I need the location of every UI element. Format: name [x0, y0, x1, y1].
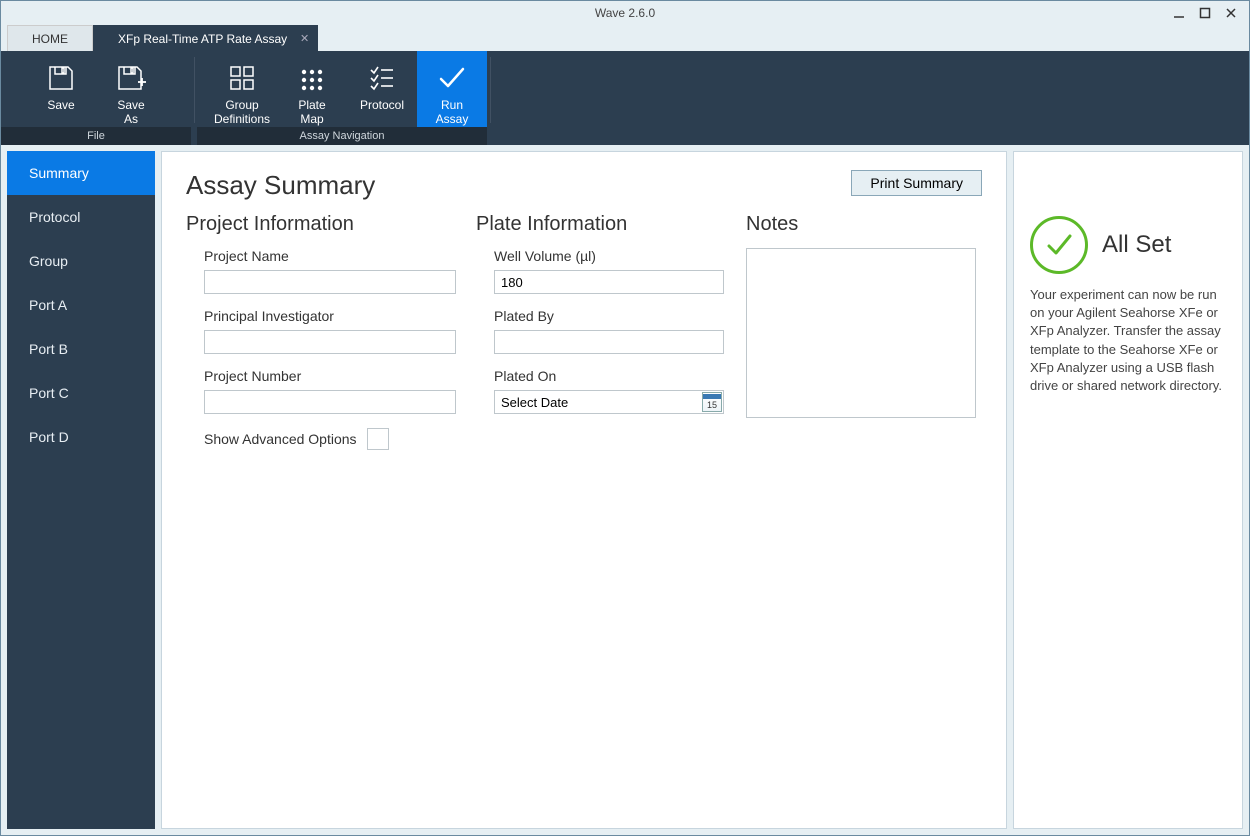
plate-map-button[interactable]: Plate Map: [277, 51, 347, 127]
plate-map-label1: Plate: [298, 99, 325, 113]
well-volume-input[interactable]: [494, 270, 724, 294]
checkmark-icon: [437, 61, 467, 95]
plated-by-label: Plated By: [494, 308, 726, 324]
tab-close-icon[interactable]: ✕: [300, 32, 309, 45]
print-summary-button[interactable]: Print Summary: [851, 170, 982, 196]
save-label: Save: [47, 99, 74, 113]
plated-by-input[interactable]: [494, 330, 724, 354]
sidebar-item-label: Port C: [29, 385, 69, 401]
close-button[interactable]: [1223, 5, 1239, 21]
plate-map-label2: Map: [300, 113, 323, 127]
ribbon-group-file: Save Save As File: [1, 51, 191, 145]
sidebar-item-group[interactable]: Group: [7, 239, 155, 283]
ribbon-group-nav: Group Definitions Plate Map: [197, 51, 487, 145]
project-info-section: Project Information Project Name Princip…: [186, 213, 456, 450]
ribbon-separator-2: [487, 51, 493, 145]
info-panel: All Set Your experiment can now be run o…: [1013, 151, 1243, 829]
run-assay-label1: Run: [441, 99, 463, 113]
sidebar-item-label: Protocol: [29, 209, 80, 225]
group-definitions-icon: [228, 61, 256, 95]
notes-section: Notes: [746, 213, 982, 450]
sidebar-item-port-c[interactable]: Port C: [7, 371, 155, 415]
all-set-body: Your experiment can now be run on your A…: [1030, 286, 1226, 395]
plate-info-title: Plate Information: [476, 213, 726, 236]
group-defs-label2: Definitions: [214, 113, 270, 127]
protocol-label: Protocol: [360, 99, 404, 113]
tab-home-label: HOME: [32, 32, 68, 46]
sidebar-item-summary[interactable]: Summary: [7, 151, 155, 195]
maximize-button[interactable]: [1197, 5, 1213, 21]
project-number-label: Project Number: [204, 368, 456, 384]
advanced-options-checkbox[interactable]: [367, 428, 389, 450]
tab-assay[interactable]: XFp Real-Time ATP Rate Assay ✕: [93, 25, 318, 51]
run-assay-label2: Assay: [436, 113, 469, 127]
save-icon: [47, 61, 75, 95]
plated-on-input[interactable]: [494, 390, 724, 414]
sidebar: Summary Protocol Group Port A Port B Por…: [7, 151, 155, 829]
sidebar-item-label: Summary: [29, 165, 89, 181]
pi-label: Principal Investigator: [204, 308, 456, 324]
tab-home[interactable]: HOME: [7, 25, 93, 51]
page-title: Assay Summary: [186, 170, 375, 201]
save-as-icon: [116, 61, 146, 95]
save-as-button[interactable]: Save As: [96, 51, 166, 127]
titlebar: Wave 2.6.0: [1, 1, 1249, 25]
window-controls: [1171, 5, 1249, 21]
save-as-label1: Save: [117, 99, 144, 113]
minimize-button[interactable]: [1171, 5, 1187, 21]
plate-map-icon: [298, 61, 326, 95]
main-panel: Assay Summary Print Summary Project Info…: [161, 151, 1007, 829]
ribbon: Save Save As File: [1, 51, 1249, 145]
sidebar-item-label: Port B: [29, 341, 68, 357]
project-number-input[interactable]: [204, 390, 456, 414]
protocol-button[interactable]: Protocol: [347, 51, 417, 127]
document-tabstrip: HOME XFp Real-Time ATP Rate Assay ✕: [1, 25, 1249, 51]
group-definitions-button[interactable]: Group Definitions: [207, 51, 277, 127]
all-set-title: All Set: [1102, 231, 1171, 259]
sidebar-item-port-d[interactable]: Port D: [7, 415, 155, 459]
sidebar-item-label: Group: [29, 253, 68, 269]
advanced-options-label: Show Advanced Options: [204, 431, 357, 447]
window-title: Wave 2.6.0: [1, 6, 1249, 20]
plated-on-label: Plated On: [494, 368, 726, 384]
pi-input[interactable]: [204, 330, 456, 354]
well-volume-label: Well Volume (µl): [494, 248, 726, 264]
notes-textarea[interactable]: [746, 248, 976, 418]
project-name-input[interactable]: [204, 270, 456, 294]
sidebar-item-protocol[interactable]: Protocol: [7, 195, 155, 239]
notes-title: Notes: [746, 213, 982, 236]
calendar-day: 15: [707, 399, 717, 411]
project-name-label: Project Name: [204, 248, 456, 264]
group-defs-label1: Group: [225, 99, 258, 113]
run-assay-button[interactable]: Run Assay: [417, 51, 487, 127]
all-set-check-icon: [1030, 216, 1088, 274]
sidebar-item-label: Port A: [29, 297, 67, 313]
plate-info-section: Plate Information Well Volume (µl) Plate…: [476, 213, 726, 450]
save-button[interactable]: Save: [26, 51, 96, 127]
protocol-icon: [369, 61, 395, 95]
ribbon-group-nav-label: Assay Navigation: [197, 127, 487, 145]
project-info-title: Project Information: [186, 213, 456, 236]
ribbon-group-file-label: File: [1, 127, 191, 145]
calendar-icon[interactable]: 15: [702, 392, 722, 412]
tab-assay-label: XFp Real-Time ATP Rate Assay: [118, 32, 287, 46]
save-as-label2: As: [124, 113, 138, 127]
app-window: Wave 2.6.0 HOME XFp Real-Time ATP Rate A…: [0, 0, 1250, 836]
ribbon-spacer: [493, 51, 1249, 145]
sidebar-item-port-a[interactable]: Port A: [7, 283, 155, 327]
body-area: Summary Protocol Group Port A Port B Por…: [1, 145, 1249, 835]
sidebar-item-port-b[interactable]: Port B: [7, 327, 155, 371]
sidebar-item-label: Port D: [29, 429, 69, 445]
